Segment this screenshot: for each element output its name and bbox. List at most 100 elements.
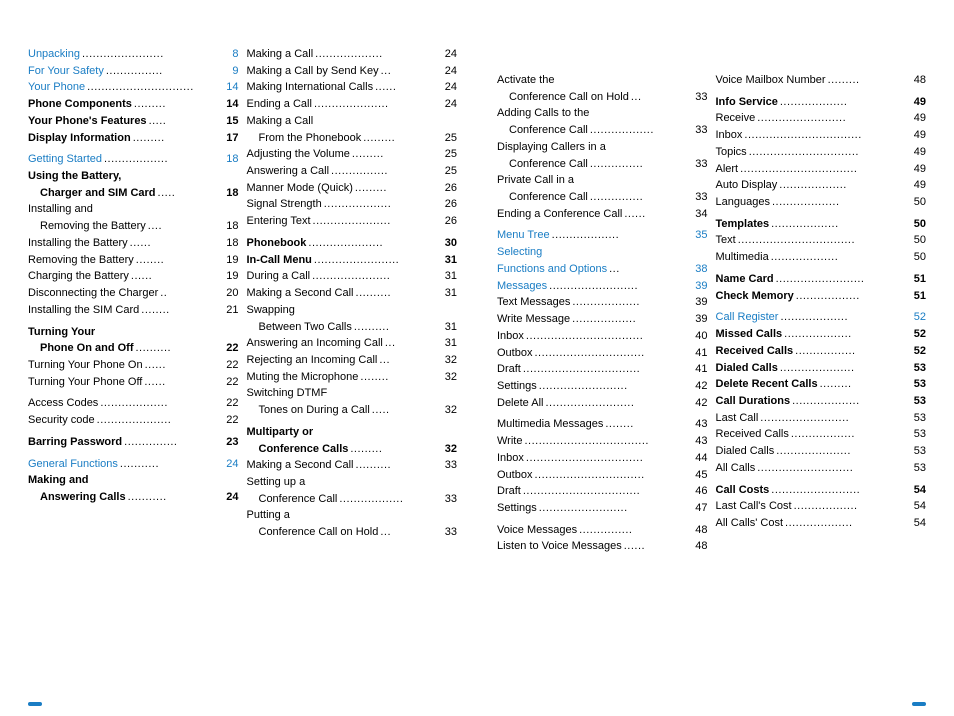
toc-label: Alert xyxy=(716,161,739,178)
toc-label: Phone On and Off xyxy=(28,340,134,357)
toc-label: Making International Calls xyxy=(247,79,374,96)
toc-page-num: 25 xyxy=(445,130,457,147)
toc-label: General Functions xyxy=(28,456,118,473)
toc-entry: General Functions...........24 xyxy=(28,456,239,473)
toc-dots: ................... xyxy=(783,515,912,532)
toc-right: Activate theConference Call on Hold...33… xyxy=(497,72,926,555)
toc-page-num: 48 xyxy=(695,522,707,539)
toc-label: Setting up a xyxy=(247,474,306,491)
toc-dots: ......................... xyxy=(537,500,694,517)
toc-entry: Conference Call..................33 xyxy=(247,491,458,508)
toc-page-num: 24 xyxy=(445,63,457,80)
toc-label: Conference Call on Hold xyxy=(247,524,379,541)
toc-page-num: 22 xyxy=(226,374,238,391)
toc-label: Phonebook xyxy=(247,235,307,252)
toc-dots: ...... xyxy=(142,374,224,391)
toc-col-2: Making a Call...................24Making… xyxy=(247,46,458,541)
toc-entry: Installing the SIM Card........21 xyxy=(28,302,239,319)
toc-entry: Languages...................50 xyxy=(716,194,927,211)
toc-label: Removing the Battery xyxy=(28,252,134,269)
toc-page-num: 42 xyxy=(695,395,707,412)
toc-label: Text Messages xyxy=(497,294,570,311)
toc-entry: Making a Call by Send Key...24 xyxy=(247,63,458,80)
toc-entry: Making a Call xyxy=(247,113,458,130)
toc-label: Answering an Incoming Call xyxy=(247,335,383,352)
toc-entry: Outbox...............................45 xyxy=(497,467,708,484)
toc-entry: Multimedia...................50 xyxy=(716,249,927,266)
toc-dots: ................ xyxy=(104,63,231,80)
toc-entry: Adding Calls to the xyxy=(497,105,708,122)
toc-col-4: Voice Mailbox Number.........48Info Serv… xyxy=(716,72,927,555)
toc-label: Templates xyxy=(716,216,770,233)
toc-dots: ......................... xyxy=(774,271,912,288)
toc-dots: ......... xyxy=(350,146,443,163)
toc-entry: All Calls...........................53 xyxy=(716,460,927,477)
toc-label: Call Register xyxy=(716,309,779,326)
toc-page-num: 26 xyxy=(445,213,457,230)
toc-dots: ................... xyxy=(790,393,912,410)
toc-page-num: 31 xyxy=(445,319,457,336)
toc-entry: Delete Recent Calls.........53 xyxy=(716,376,927,393)
toc-entry: Call Register...................52 xyxy=(716,309,927,326)
toc-label: Between Two Calls xyxy=(247,319,352,336)
toc-page-num: 33 xyxy=(695,156,707,173)
toc-dots: ........ xyxy=(358,369,442,386)
toc-dots: ........ xyxy=(603,416,693,433)
toc-label: Putting a xyxy=(247,507,290,524)
toc-label: Outbox xyxy=(497,467,532,484)
toc-page-num: 53 xyxy=(914,460,926,477)
toc-entry: Barring Password...............23 xyxy=(28,434,239,451)
right-page: Activate theConference Call on Hold...33… xyxy=(477,0,954,716)
toc-entry: Installing and xyxy=(28,201,239,218)
toc-entry: Ending a Conference Call......34 xyxy=(497,206,708,223)
toc-page-num: 15 xyxy=(226,113,238,130)
toc-dots: ................................. xyxy=(524,450,693,467)
toc-label: Dialed Calls xyxy=(716,443,775,460)
toc-dots: ................ xyxy=(329,163,443,180)
toc-page-num: 9 xyxy=(232,63,238,80)
toc-label: Making a Call by Send Key xyxy=(247,63,379,80)
toc-label: Auto Display xyxy=(716,177,778,194)
toc-page-num: 33 xyxy=(445,524,457,541)
toc-page-num: 41 xyxy=(695,345,707,362)
toc-dots: .................. xyxy=(588,122,693,139)
left-page: Unpacking.......................8For You… xyxy=(0,0,477,716)
toc-entry: Display Information.........17 xyxy=(28,130,239,147)
toc-label: Selecting xyxy=(497,244,542,261)
toc-dots: ................... xyxy=(769,216,912,233)
toc-dots: ........ xyxy=(139,302,224,319)
toc-entry: Answering an Incoming Call...31 xyxy=(247,335,458,352)
toc-page-num: 49 xyxy=(914,177,926,194)
toc-dots: ..... xyxy=(156,185,225,202)
toc-label: Removing the Battery xyxy=(28,218,146,235)
toc-label: All Calls' Cost xyxy=(716,515,784,532)
toc-label: From the Phonebook xyxy=(247,130,362,147)
toc-page-num: 52 xyxy=(914,343,926,360)
toc-entry: Multimedia Messages........43 xyxy=(497,416,708,433)
toc-dots: ................................. xyxy=(742,127,911,144)
toc-label: Name Card xyxy=(716,271,774,288)
toc-dots: ................................. xyxy=(738,161,912,178)
toc-entry: Private Call in a xyxy=(497,172,708,189)
toc-dots: ........................... xyxy=(755,460,912,477)
toc-entry: Access Codes...................22 xyxy=(28,395,239,412)
toc-label: Making a Second Call xyxy=(247,457,354,474)
toc-col-3: Activate theConference Call on Hold...33… xyxy=(497,72,716,555)
toc-entry: Voice Messages...............48 xyxy=(497,522,708,539)
toc-entry: Getting Started..................18 xyxy=(28,151,239,168)
toc-label: Answering Calls xyxy=(28,489,126,506)
toc-entry: Switching DTMF xyxy=(247,385,458,402)
toc-label: Multimedia xyxy=(716,249,769,266)
toc-dots: ............... xyxy=(577,522,693,539)
toc-page-num: 43 xyxy=(695,416,707,433)
toc-dots: ..... xyxy=(147,113,225,130)
toc-page-num: 53 xyxy=(914,443,926,460)
toc-page-num: 24 xyxy=(445,96,457,113)
toc-label: Barring Password xyxy=(28,434,122,451)
toc-page-num: 33 xyxy=(445,491,457,508)
toc-label: Display Information xyxy=(28,130,131,147)
toc-dots: ...... xyxy=(622,538,694,555)
toc-label: Last Call's Cost xyxy=(716,498,792,515)
toc-label: Installing the SIM Card xyxy=(28,302,139,319)
toc-page-num: 25 xyxy=(445,146,457,163)
